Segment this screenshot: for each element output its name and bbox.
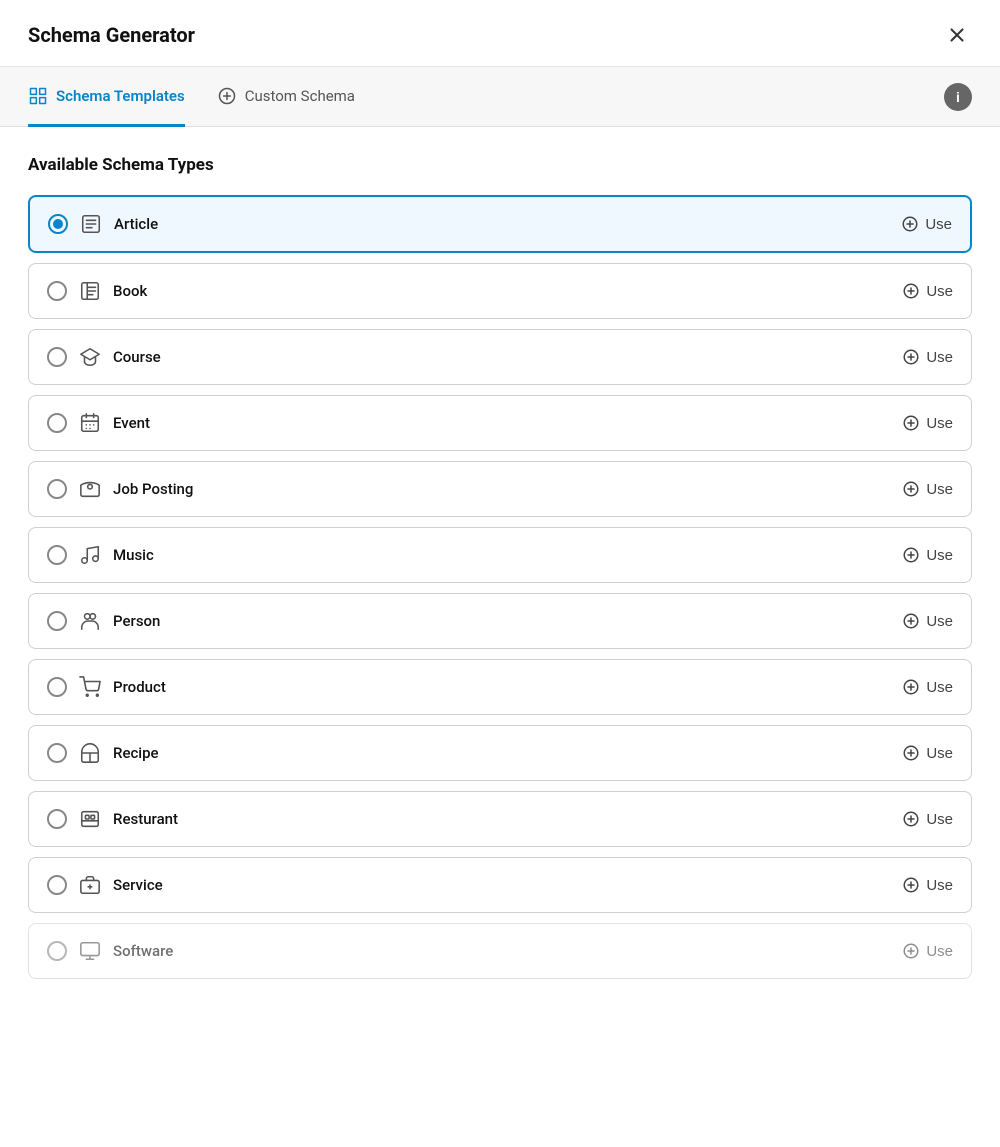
person-icon (79, 610, 101, 632)
job-posting-icon (79, 478, 101, 500)
resturant-icon (79, 808, 101, 830)
schema-generator-modal: Schema Generator Schema Templates (0, 0, 1000, 979)
service-icon (79, 874, 101, 896)
tab-schema-templates[interactable]: Schema Templates (28, 68, 185, 127)
radio-service (47, 875, 67, 895)
schema-item-book[interactable]: Book Use (28, 263, 972, 319)
section-title: Available Schema Types (28, 155, 972, 175)
music-use-button[interactable]: Use (902, 546, 953, 564)
article-label: Article (114, 215, 158, 233)
radio-resturant (47, 809, 67, 829)
info-button[interactable]: i (944, 83, 972, 111)
event-use-button[interactable]: Use (902, 414, 953, 432)
resturant-label: Resturant (113, 810, 178, 828)
software-use-button[interactable]: Use (902, 942, 953, 960)
schema-item-event[interactable]: Event Use (28, 395, 972, 451)
recipe-label: Recipe (113, 744, 159, 762)
article-icon (80, 213, 102, 235)
schema-item-product[interactable]: Product Use (28, 659, 972, 715)
radio-event (47, 413, 67, 433)
service-use-button[interactable]: Use (902, 876, 953, 894)
course-icon (79, 346, 101, 368)
radio-job-posting (47, 479, 67, 499)
product-use-button[interactable]: Use (902, 678, 953, 696)
tab-schema-templates-label: Schema Templates (56, 87, 185, 105)
recipe-use-button[interactable]: Use (902, 744, 953, 762)
schema-item-article[interactable]: Article Use (28, 195, 972, 253)
radio-recipe (47, 743, 67, 763)
schema-item-software[interactable]: Software Use (28, 923, 972, 979)
resturant-use-button[interactable]: Use (902, 810, 953, 828)
custom-schema-icon (217, 86, 237, 106)
job-posting-use-button[interactable]: Use (902, 480, 953, 498)
book-label: Book (113, 282, 147, 300)
tab-custom-schema[interactable]: Custom Schema (217, 68, 355, 127)
modal-title: Schema Generator (28, 23, 195, 47)
software-label: Software (113, 942, 173, 960)
event-label: Event (113, 414, 150, 432)
schema-item-resturant[interactable]: Resturant Use (28, 791, 972, 847)
service-label: Service (113, 876, 163, 894)
schema-item-recipe[interactable]: Recipe Use (28, 725, 972, 781)
modal-content: Available Schema Types Article (0, 127, 1000, 979)
schema-item-person[interactable]: Person Use (28, 593, 972, 649)
radio-course (47, 347, 67, 367)
music-label: Music (113, 546, 154, 564)
schema-item-job-posting[interactable]: Job Posting Use (28, 461, 972, 517)
schema-item-music[interactable]: Music Use (28, 527, 972, 583)
tabs-bar: Schema Templates Custom Schema i (0, 67, 1000, 127)
modal-header: Schema Generator (0, 0, 1000, 67)
article-use-button[interactable]: Use (901, 215, 952, 233)
music-icon (79, 544, 101, 566)
radio-product (47, 677, 67, 697)
radio-person (47, 611, 67, 631)
course-use-button[interactable]: Use (902, 348, 953, 366)
job-posting-label: Job Posting (113, 480, 193, 498)
product-icon (79, 676, 101, 698)
recipe-icon (79, 742, 101, 764)
radio-article (48, 214, 68, 234)
schema-templates-icon (28, 86, 48, 106)
radio-book (47, 281, 67, 301)
product-label: Product (113, 678, 166, 696)
book-icon (79, 280, 101, 302)
tab-custom-schema-label: Custom Schema (245, 87, 355, 105)
radio-music (47, 545, 67, 565)
book-use-button[interactable]: Use (902, 282, 953, 300)
course-label: Course (113, 348, 161, 366)
close-button[interactable] (942, 20, 972, 50)
radio-software (47, 941, 67, 961)
schema-list: Article Use (28, 195, 972, 979)
person-label: Person (113, 612, 160, 630)
schema-item-service[interactable]: Service Use (28, 857, 972, 913)
person-use-button[interactable]: Use (902, 612, 953, 630)
event-icon (79, 412, 101, 434)
software-icon (79, 940, 101, 962)
schema-item-course[interactable]: Course Use (28, 329, 972, 385)
